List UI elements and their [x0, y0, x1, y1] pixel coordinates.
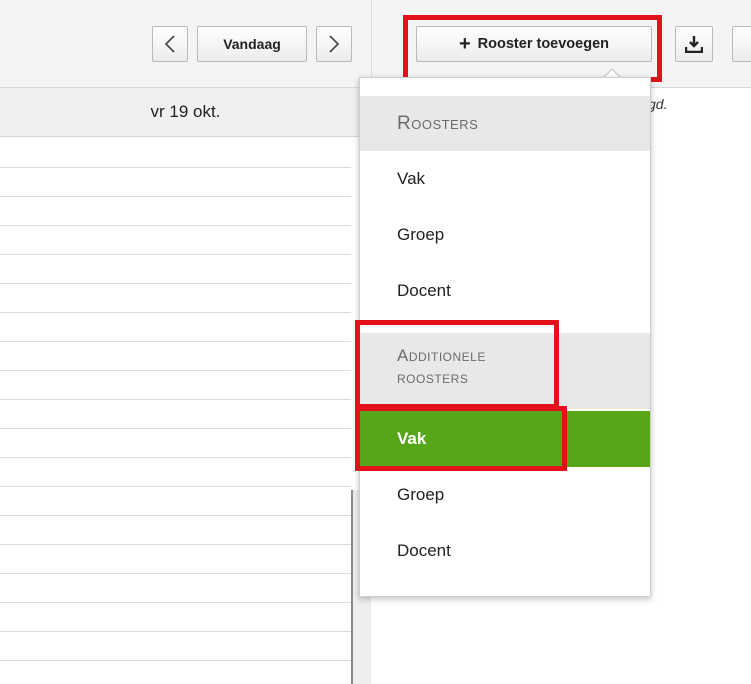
highlight-additionele-roosters: [355, 320, 559, 409]
chevron-right-icon: [329, 35, 340, 53]
day-column-header: vr 19 okt.: [0, 88, 371, 137]
download-button[interactable]: [675, 26, 713, 62]
next-day-button[interactable]: [316, 26, 352, 62]
menu-item-vak[interactable]: Vak: [360, 151, 650, 207]
menu-item-additionele-docent[interactable]: Docent: [360, 523, 650, 579]
chevron-left-icon: [164, 35, 175, 53]
toolbar-separator: [371, 0, 372, 87]
section-roosters: Roosters: [360, 96, 650, 151]
menu-item-groep[interactable]: Groep: [360, 207, 650, 263]
time-grid: [0, 137, 351, 684]
menu-item-additionele-groep[interactable]: Groep: [360, 467, 650, 523]
today-button[interactable]: Vandaag: [197, 26, 307, 62]
menu-item-docent[interactable]: Docent: [360, 263, 650, 319]
highlight-add-schedule: [403, 15, 662, 82]
download-icon: [685, 36, 703, 53]
highlight-additionele-vak: [355, 406, 567, 471]
previous-day-button[interactable]: [152, 26, 188, 62]
more-button[interactable]: [732, 26, 751, 62]
